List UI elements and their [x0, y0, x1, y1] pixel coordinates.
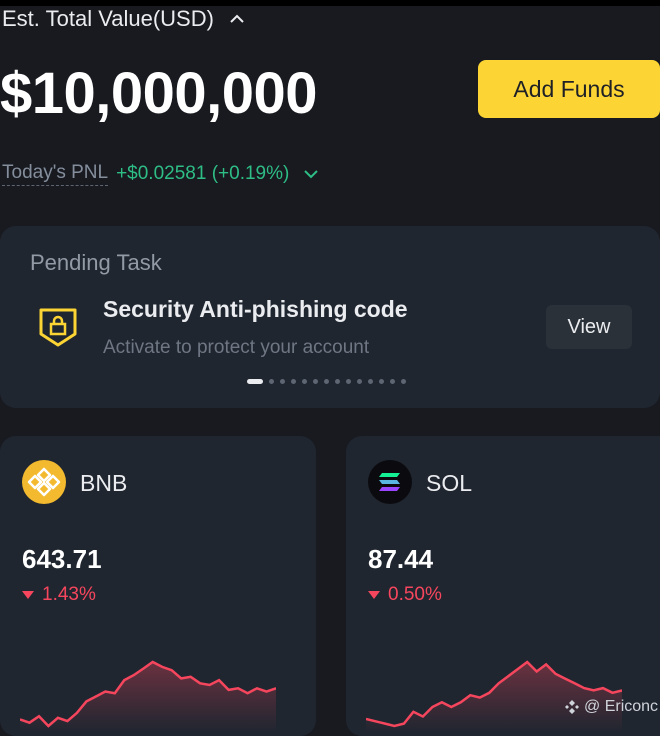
coin-price: 87.44 [368, 544, 434, 574]
pager-dot[interactable] [346, 379, 351, 384]
coin-change: 0.50% [368, 584, 442, 606]
task-title: Security Anti-phishing code [103, 296, 408, 322]
view-button[interactable]: View [546, 305, 632, 349]
coin-price: 643.71 [22, 544, 102, 574]
carousel-pager[interactable] [247, 379, 406, 384]
coin-card-sol[interactable]: SOL 87.44 0.50% [346, 436, 660, 736]
pager-dot[interactable] [324, 379, 329, 384]
down-triangle-icon [22, 591, 34, 599]
chevron-up-icon [230, 14, 244, 23]
pager-dot[interactable] [291, 379, 296, 384]
watermark-text: @ Ericonc [584, 698, 659, 715]
shield-lock-icon [39, 308, 77, 347]
coin-name: BNB [80, 470, 128, 496]
total-value: $10,000,000 [0, 61, 318, 126]
down-triangle-icon [368, 591, 380, 599]
coin-name: SOL [426, 470, 473, 496]
pager-dot[interactable] [379, 379, 384, 384]
pager-dot[interactable] [357, 379, 362, 384]
pager-dot[interactable] [335, 379, 340, 384]
bnb-logo-icon [22, 460, 66, 504]
task-subtitle: Activate to protect your account [103, 337, 370, 358]
todays-pnl[interactable]: Today's PNL +$0.02581 (+0.19%) [2, 162, 319, 186]
watermark: @ Ericonc [564, 698, 658, 716]
pager-dot[interactable] [368, 379, 373, 384]
pager-dot[interactable] [313, 379, 318, 384]
pnl-value: +$0.02581 (+0.19%) [116, 163, 290, 184]
est-total-value-toggle[interactable]: Est. Total Value(USD) [2, 6, 246, 32]
pager-dot[interactable] [247, 379, 263, 384]
pending-task-title: Pending Task [30, 250, 162, 275]
pager-dot[interactable] [401, 379, 406, 384]
solana-logo-icon [368, 460, 412, 504]
pager-dot[interactable] [269, 379, 274, 384]
add-funds-button[interactable]: Add Funds [478, 60, 660, 118]
coin-change: 1.43% [22, 584, 96, 606]
binance-logo-icon [565, 700, 579, 714]
coin-card-bnb[interactable]: BNB 643.71 1.43% [0, 436, 316, 736]
chevron-down-icon [304, 170, 319, 179]
pnl-label: Today's PNL [2, 162, 109, 186]
price-sparkline [20, 660, 276, 732]
price-sparkline [366, 660, 622, 732]
pager-dot[interactable] [280, 379, 285, 384]
pager-dot[interactable] [390, 379, 395, 384]
coin-change-value: 0.50% [388, 584, 442, 605]
pager-dot[interactable] [302, 379, 307, 384]
sparkline-area [20, 662, 276, 732]
est-total-label: Est. Total Value(USD) [2, 6, 214, 31]
coin-change-value: 1.43% [42, 584, 96, 605]
